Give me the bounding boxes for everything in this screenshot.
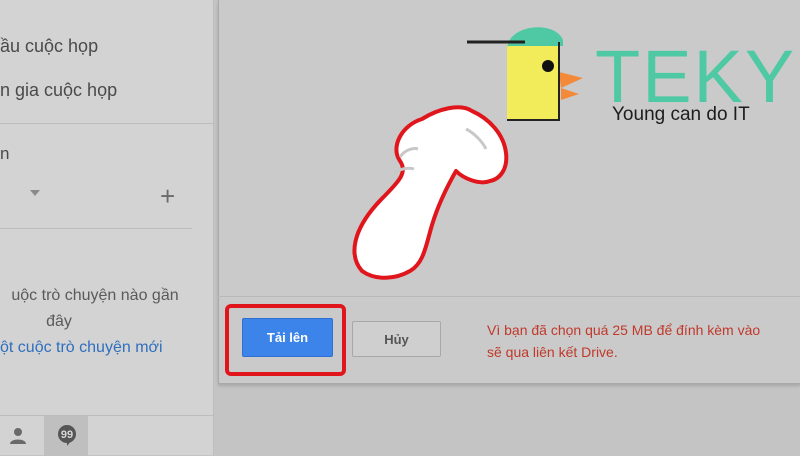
person-icon[interactable] [8,426,28,446]
cancel-button[interactable]: Hủy [352,321,441,357]
dialog-footer-divider [218,296,800,297]
chevron-down-icon[interactable] [30,190,40,196]
sidebar-divider [0,123,213,124]
drive-warning-text: Vì bạn đã chọn quá 25 MB để đính kèm vào [487,322,761,338]
upload-button[interactable]: Tải lên [242,318,333,357]
start-meeting-item[interactable]: ầu cuộc họp [0,36,98,57]
search-underline [0,228,192,229]
svg-text:99: 99 [61,429,73,441]
sidebar-section-heading: n [0,144,10,163]
quote-bubble-icon[interactable]: 99 [56,424,78,446]
empty-state-text-2: đây [46,313,72,330]
drive-warning-text-2: sẽ qua liên kết Drive. [487,344,618,360]
sidebar: ầu cuộc họp n gia cuộc họp n + uộc trò c… [0,0,214,456]
sidebar-footer: 99 [0,415,213,456]
plus-icon[interactable]: + [160,183,175,209]
empty-state-text: uộc trò chuyện nào gần [11,287,179,304]
new-conversation-link[interactable]: ột cuộc trò chuyện mới [0,339,163,357]
join-meeting-item[interactable]: n gia cuộc họp [0,80,117,101]
logo-tagline: Young can do IT [612,104,750,125]
